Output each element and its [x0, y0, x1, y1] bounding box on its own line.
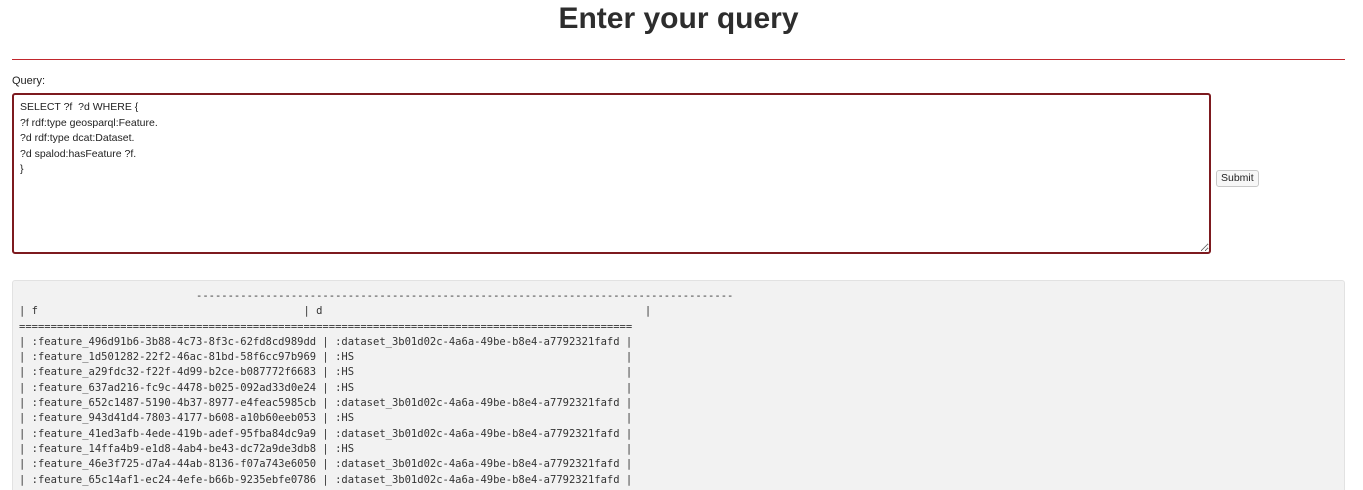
result-header-separator: ========================================…	[19, 320, 633, 333]
result-row: | :feature_14ffa4b9-e1d8-4ab4-be43-dc72a…	[19, 442, 633, 455]
results-table: ----------------------------------------…	[19, 289, 733, 488]
header-divider	[12, 59, 1345, 60]
query-page: Enter your query Query: Submit ---------…	[0, 0, 1363, 490]
result-row: | :feature_1d501282-22f2-46ac-81bd-58f6c…	[19, 351, 633, 364]
submit-button[interactable]: Submit	[1216, 170, 1259, 187]
result-row: | :feature_637ad216-fc9c-4478-b025-092ad…	[19, 381, 633, 394]
results-panel: ----------------------------------------…	[12, 280, 1345, 490]
result-header-row: | f | d |	[19, 305, 652, 318]
page-title: Enter your query	[558, 2, 799, 35]
result-row: | :feature_496d91b6-3b88-4c73-8f3c-62fd8…	[19, 335, 633, 348]
result-row: | :feature_65c14af1-ec24-4efe-b66b-9235e…	[19, 473, 633, 486]
query-label: Query:	[12, 75, 46, 87]
result-row: | :feature_652c1487-5190-4b37-8977-e4fea…	[19, 397, 633, 410]
result-row: | :feature_a29fdc32-f22f-4d99-b2ce-b0877…	[19, 366, 633, 379]
query-input[interactable]	[12, 93, 1211, 254]
result-row: | :feature_943d41d4-7803-4177-b608-a10b6…	[19, 412, 633, 425]
result-row: | :feature_46e3f725-d7a4-44ab-8136-f07a7…	[19, 458, 633, 471]
result-row: | :feature_41ed3afb-4ede-419b-adef-95fba…	[19, 427, 633, 440]
result-top-border: ----------------------------------------…	[19, 290, 734, 302]
